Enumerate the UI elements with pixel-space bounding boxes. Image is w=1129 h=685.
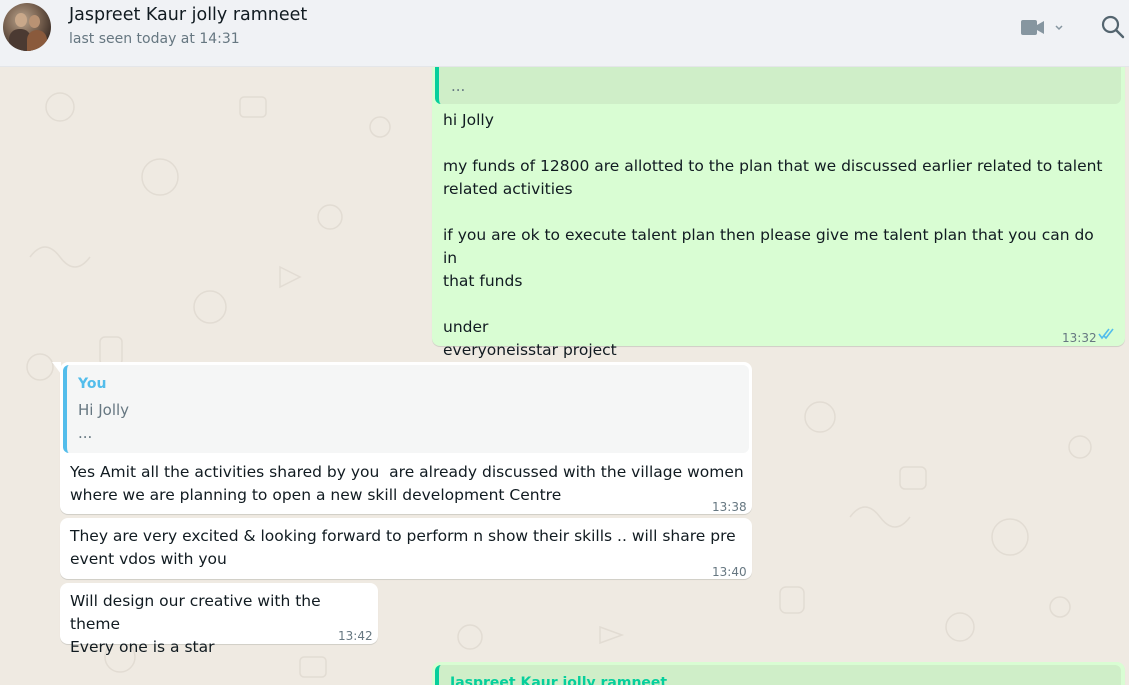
quoted-author: You xyxy=(78,376,107,392)
message-time: 13:40 xyxy=(712,565,747,579)
message-time: 13:32 xyxy=(1062,331,1097,345)
message-bubble-incoming[interactable]: Will design our creative with the theme … xyxy=(60,583,378,656)
message-bubble-outgoing[interactable]: ... hi Jolly my funds of 12800 are allot… xyxy=(432,67,1125,359)
message-text: Yes Amit all the activities shared by yo… xyxy=(70,463,744,504)
video-call-icon xyxy=(1021,20,1063,35)
quoted-text: Hi Jolly xyxy=(78,401,130,419)
message-text: hi Jolly my funds of 12800 are allotted … xyxy=(443,111,1103,359)
quoted-message[interactable]: Jaspreet Kaur jolly ramneet xyxy=(435,665,1121,685)
message-bubble-incoming[interactable]: You Hi Jolly ... Yes Amit all the activi… xyxy=(60,362,752,514)
message-text: Will design our creative with the theme … xyxy=(70,592,321,656)
message-time: 13:42 xyxy=(338,629,373,643)
conversation-panel[interactable]: ... hi Jolly my funds of 12800 are allot… xyxy=(0,67,1129,685)
quoted-author: Jaspreet Kaur jolly ramneet xyxy=(450,675,668,685)
quoted-text: ... xyxy=(78,424,93,442)
chevron-down-icon xyxy=(1055,25,1063,31)
quoted-message[interactable]: You Hi Jolly ... xyxy=(63,365,749,453)
video-call-button[interactable] xyxy=(1018,16,1068,40)
contact-name[interactable]: Jaspreet Kaur jolly ramneet xyxy=(69,5,307,25)
double-check-read-icon xyxy=(1098,328,1114,340)
quoted-message[interactable]: ... xyxy=(435,67,1121,104)
search-button[interactable] xyxy=(1100,14,1126,40)
chat-header: Jaspreet Kaur jolly ramneet last seen to… xyxy=(0,0,1129,67)
avatar[interactable] xyxy=(3,3,51,51)
message-text: They are very excited & looking forward … xyxy=(70,527,736,568)
last-seen-status: last seen today at 14:31 xyxy=(69,31,240,47)
message-bubble-incoming[interactable]: They are very excited & looking forward … xyxy=(60,518,752,579)
message-time: 13:38 xyxy=(712,500,747,514)
search-icon xyxy=(1101,15,1125,39)
message-bubble-outgoing[interactable]: Jaspreet Kaur jolly ramneet xyxy=(432,662,1125,685)
quoted-text: ... xyxy=(451,77,466,95)
